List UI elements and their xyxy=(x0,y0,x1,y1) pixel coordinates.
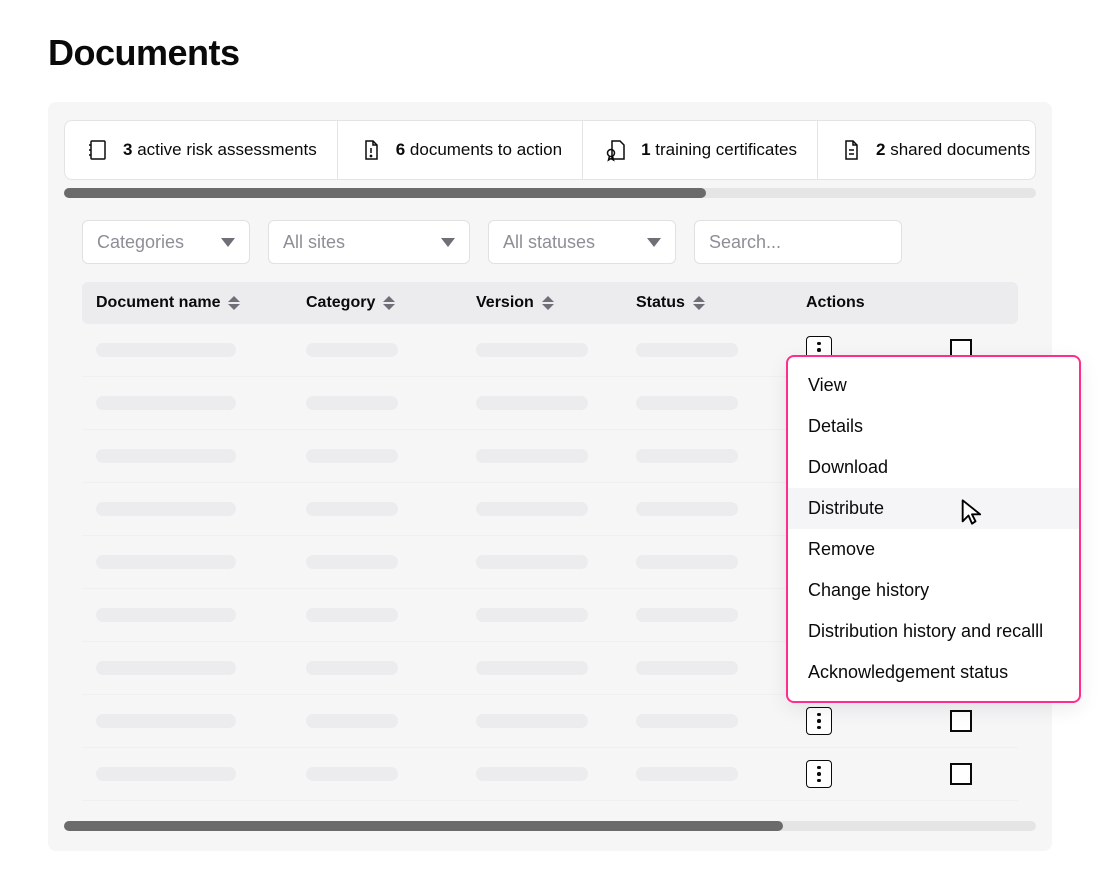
placeholder-doc-name xyxy=(96,449,236,463)
stat-card-shared-documents[interactable]: 2 shared documents xyxy=(818,121,1036,179)
placeholder-status xyxy=(636,396,738,410)
placeholder-version xyxy=(476,502,588,516)
placeholder-doc-name xyxy=(96,502,236,516)
stat-text: 6 documents to action xyxy=(396,140,562,160)
menu-item-download[interactable]: Download xyxy=(788,447,1079,488)
document-icon xyxy=(838,137,864,163)
placeholder-version xyxy=(476,396,588,410)
sort-icon xyxy=(693,296,705,310)
placeholder-category xyxy=(306,661,398,675)
placeholder-version xyxy=(476,608,588,622)
menu-item-change-history[interactable]: Change history xyxy=(788,570,1079,611)
sites-select-label: All sites xyxy=(283,232,345,253)
placeholder-status xyxy=(636,449,738,463)
placeholder-status xyxy=(636,502,738,516)
placeholder-status xyxy=(636,343,738,357)
table-header: Document name Category Version Status Ac… xyxy=(82,282,1018,324)
placeholder-version xyxy=(476,714,588,728)
stat-text: 1 training certificates xyxy=(641,140,797,160)
col-header-category[interactable]: Category xyxy=(306,294,476,312)
statuses-select-label: All statuses xyxy=(503,232,595,253)
placeholder-category xyxy=(306,502,398,516)
placeholder-doc-name xyxy=(96,661,236,675)
sort-icon xyxy=(542,296,554,310)
menu-item-remove[interactable]: Remove xyxy=(788,529,1079,570)
placeholder-category xyxy=(306,396,398,410)
placeholder-version xyxy=(476,661,588,675)
placeholder-category xyxy=(306,767,398,781)
page-title: Documents xyxy=(48,32,1052,74)
col-header-actions: Actions xyxy=(806,294,976,312)
sort-icon xyxy=(383,296,395,310)
categories-select-label: Categories xyxy=(97,232,184,253)
statuses-select[interactable]: All statuses xyxy=(488,220,676,264)
placeholder-doc-name xyxy=(96,343,236,357)
placeholder-status xyxy=(636,767,738,781)
certificate-icon xyxy=(603,137,629,163)
placeholder-version xyxy=(476,343,588,357)
col-header-version[interactable]: Version xyxy=(476,294,636,312)
placeholder-version xyxy=(476,767,588,781)
placeholder-version xyxy=(476,449,588,463)
categories-select[interactable]: Categories xyxy=(82,220,250,264)
row-actions-button[interactable] xyxy=(806,760,832,788)
placeholder-doc-name xyxy=(96,555,236,569)
sites-select[interactable]: All sites xyxy=(268,220,470,264)
chevron-down-icon xyxy=(221,238,235,247)
placeholder-category xyxy=(306,608,398,622)
menu-item-view[interactable]: View xyxy=(788,365,1079,406)
chevron-down-icon xyxy=(441,238,455,247)
stat-text: 3 active risk assessments xyxy=(123,140,317,160)
stat-card-risk-assessments[interactable]: 3 active risk assessments xyxy=(65,121,338,179)
stat-text: 2 shared documents xyxy=(876,140,1030,160)
stat-card-documents-to-action[interactable]: 6 documents to action xyxy=(338,121,583,179)
table-row xyxy=(82,748,1018,801)
menu-item-acknowledgement-status[interactable]: Acknowledgement status xyxy=(788,652,1079,693)
col-header-status[interactable]: Status xyxy=(636,294,806,312)
placeholder-category xyxy=(306,343,398,357)
search-input[interactable] xyxy=(694,220,902,264)
stat-cards-row: 3 active risk assessments 6 documents to… xyxy=(64,120,1036,180)
stat-card-training-certificates[interactable]: 1 training certificates xyxy=(583,121,818,179)
placeholder-version xyxy=(476,555,588,569)
table-scrollbar-thumb[interactable] xyxy=(64,821,783,831)
notebook-icon xyxy=(85,137,111,163)
placeholder-doc-name xyxy=(96,396,236,410)
menu-item-distribute[interactable]: Distribute xyxy=(788,488,1079,529)
col-header-document-name[interactable]: Document name xyxy=(96,294,306,312)
chevron-down-icon xyxy=(647,238,661,247)
placeholder-category xyxy=(306,555,398,569)
placeholder-doc-name xyxy=(96,767,236,781)
stat-scrollbar-thumb[interactable] xyxy=(64,188,706,198)
row-checkbox[interactable] xyxy=(950,710,972,732)
menu-item-distribution-history-and-recalll[interactable]: Distribution history and recalll xyxy=(788,611,1079,652)
placeholder-doc-name xyxy=(96,608,236,622)
sort-icon xyxy=(228,296,240,310)
placeholder-status xyxy=(636,555,738,569)
row-checkbox[interactable] xyxy=(950,763,972,785)
placeholder-status xyxy=(636,714,738,728)
menu-item-details[interactable]: Details xyxy=(788,406,1079,447)
placeholder-status xyxy=(636,608,738,622)
row-actions-button[interactable] xyxy=(806,707,832,735)
table-scrollbar-track[interactable] xyxy=(64,821,1036,831)
document-alert-icon xyxy=(358,137,384,163)
stat-scrollbar-track[interactable] xyxy=(64,188,1036,198)
placeholder-category xyxy=(306,714,398,728)
placeholder-doc-name xyxy=(96,714,236,728)
placeholder-category xyxy=(306,449,398,463)
actions-context-menu: ViewDetailsDownloadDistributeRemoveChang… xyxy=(786,355,1081,703)
placeholder-status xyxy=(636,661,738,675)
